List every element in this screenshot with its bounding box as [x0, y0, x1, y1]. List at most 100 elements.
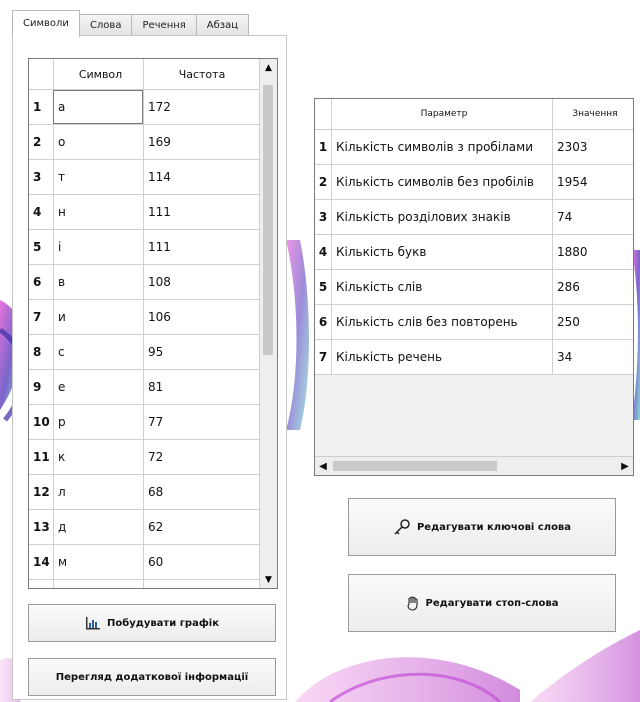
frequency-cell[interactable]: 72 [143, 440, 256, 474]
symbol-cell[interactable]: а [53, 90, 143, 124]
frequency-cell[interactable]: 81 [143, 370, 256, 404]
value-cell[interactable]: 286 [552, 270, 633, 304]
frequency-cell[interactable]: 172 [143, 90, 256, 124]
symbol-cell[interactable]: в [53, 265, 143, 299]
parameter-cell[interactable]: Кількість слів [331, 270, 552, 304]
row-index: 3 [33, 170, 42, 184]
parameter-cell[interactable]: Кількість розділових знаків [331, 200, 552, 234]
symbol-cell[interactable]: р [53, 405, 143, 439]
table-row[interactable]: 2 о 169 [29, 125, 277, 160]
table-row[interactable]: 6 в 108 [29, 265, 277, 300]
parameter-cell[interactable]: Кількість букв [331, 235, 552, 269]
value-cell[interactable]: 250 [552, 305, 633, 339]
frequency-cell[interactable]: 54 [143, 580, 256, 588]
table-row[interactable]: 1 Кількість символів з пробілами 2303 [315, 130, 633, 165]
parameter-cell[interactable]: Кількість речень [331, 340, 552, 374]
table-row[interactable]: 4 н 111 [29, 195, 277, 230]
scroll-right-icon[interactable]: ▶ [617, 457, 633, 475]
row-index: 15 [29, 580, 53, 588]
table-row[interactable]: 7 Кількість речень 34 [315, 340, 633, 375]
table-row[interactable]: 1 а 172 [29, 90, 277, 125]
header-value[interactable]: Значення [552, 99, 633, 129]
scrollbar-thumb[interactable] [263, 85, 273, 355]
scroll-down-icon[interactable]: ▼ [260, 571, 277, 588]
tab-symbols[interactable]: Символи [12, 10, 80, 37]
frequency-cell[interactable]: 111 [143, 230, 256, 264]
table-row[interactable]: 6 Кількість слів без повторень 250 [315, 305, 633, 340]
row-index: 1 [33, 100, 42, 114]
table-row[interactable]: 5 і 111 [29, 230, 277, 265]
symbol-cell[interactable]: о [53, 125, 143, 159]
value-cell[interactable]: 34 [552, 340, 633, 374]
build-chart-button[interactable]: Побудувати графік [28, 604, 276, 642]
symbol-cell[interactable]: л [53, 475, 143, 509]
symbol-cell[interactable]: к [53, 440, 143, 474]
value-cell[interactable]: 74 [552, 200, 633, 234]
parameter-cell[interactable]: Кількість слів без повторень [331, 305, 552, 339]
table-row[interactable]: 13 д 62 [29, 510, 277, 545]
table-row[interactable]: 11 к 72 [29, 440, 277, 475]
frequency-cell[interactable]: 77 [143, 405, 256, 439]
symbol-cell[interactable]: и [53, 300, 143, 334]
key-icon [394, 519, 410, 535]
tab-paragraph[interactable]: Абзац [195, 14, 250, 37]
scrollbar-thumb[interactable] [333, 461, 497, 471]
horizontal-scrollbar[interactable]: ◀ ▶ [315, 456, 633, 475]
edit-stopwords-button[interactable]: Редагувати стоп-слова [348, 574, 616, 632]
symbol-frequency-table[interactable]: Символ Частота 1 а 172 2 о 169 3 т 114 4… [28, 58, 278, 589]
frequency-cell[interactable]: 169 [143, 125, 256, 159]
view-additional-info-button[interactable]: Перегляд додаткової інформації [28, 658, 276, 696]
table-row[interactable]: 10 р 77 [29, 405, 277, 440]
table-row[interactable]: 3 т 114 [29, 160, 277, 195]
frequency-cell[interactable]: 106 [143, 300, 256, 334]
value-cell[interactable]: 1954 [552, 165, 633, 199]
table-row[interactable]: 5 Кількість слів 286 [315, 270, 633, 305]
parameter-cell[interactable]: Кількість символів з пробілами [331, 130, 552, 164]
symbol-cell[interactable]: у [53, 580, 143, 588]
symbol-cell[interactable]: і [53, 230, 143, 264]
symbol-cell[interactable]: м [53, 545, 143, 579]
value-cell[interactable]: 1880 [552, 235, 633, 269]
table-row[interactable]: 8 с 95 [29, 335, 277, 370]
scroll-left-icon[interactable]: ◀ [315, 457, 331, 475]
row-index: 6 [33, 275, 42, 289]
header-index-cell [315, 99, 331, 129]
header-parameter[interactable]: Параметр [331, 99, 552, 129]
tab-sentences[interactable]: Речення [131, 14, 197, 37]
table-row[interactable]: 7 и 106 [29, 300, 277, 335]
symbol-cell[interactable]: д [53, 510, 143, 544]
tab-words[interactable]: Слова [78, 14, 133, 37]
parameters-table[interactable]: Параметр Значення 1 Кількість символів з… [314, 98, 634, 476]
table-row[interactable]: 2 Кількість символів без пробілів 1954 [315, 165, 633, 200]
value-cell[interactable]: 2303 [552, 130, 633, 164]
symbol-cell[interactable]: т [53, 160, 143, 194]
row-index: 14 [33, 555, 50, 569]
scroll-up-icon[interactable]: ▲ [260, 59, 277, 76]
table-row[interactable]: 12 л 68 [29, 475, 277, 510]
frequency-cell[interactable]: 114 [143, 160, 256, 194]
row-index: 7 [318, 350, 328, 364]
table-row[interactable]: 3 Кількість розділових знаків 74 [315, 200, 633, 235]
frequency-cell[interactable]: 95 [143, 335, 256, 369]
row-index: 7 [33, 310, 42, 324]
header-frequency[interactable]: Частота [143, 59, 256, 89]
frequency-cell[interactable]: 68 [143, 475, 256, 509]
edit-keywords-button[interactable]: Редагувати ключові слова [348, 498, 616, 556]
table-row[interactable]: 15 у 54 [29, 580, 277, 588]
frequency-cell[interactable]: 111 [143, 195, 256, 229]
frequency-cell[interactable]: 60 [143, 545, 256, 579]
frequency-cell[interactable]: 62 [143, 510, 256, 544]
row-index: 4 [318, 245, 328, 259]
symbol-cell[interactable]: е [53, 370, 143, 404]
parameter-cell[interactable]: Кількість символів без пробілів [331, 165, 552, 199]
table-row[interactable]: 14 м 60 [29, 545, 277, 580]
vertical-scrollbar[interactable]: ▲ ▼ [259, 59, 277, 588]
row-index: 5 [33, 240, 42, 254]
frequency-cell[interactable]: 108 [143, 265, 256, 299]
symbol-cell[interactable]: н [53, 195, 143, 229]
header-symbol[interactable]: Символ [53, 59, 143, 89]
table-row[interactable]: 9 е 81 [29, 370, 277, 405]
row-index: 1 [318, 140, 328, 154]
table-row[interactable]: 4 Кількість букв 1880 [315, 235, 633, 270]
symbol-cell[interactable]: с [53, 335, 143, 369]
